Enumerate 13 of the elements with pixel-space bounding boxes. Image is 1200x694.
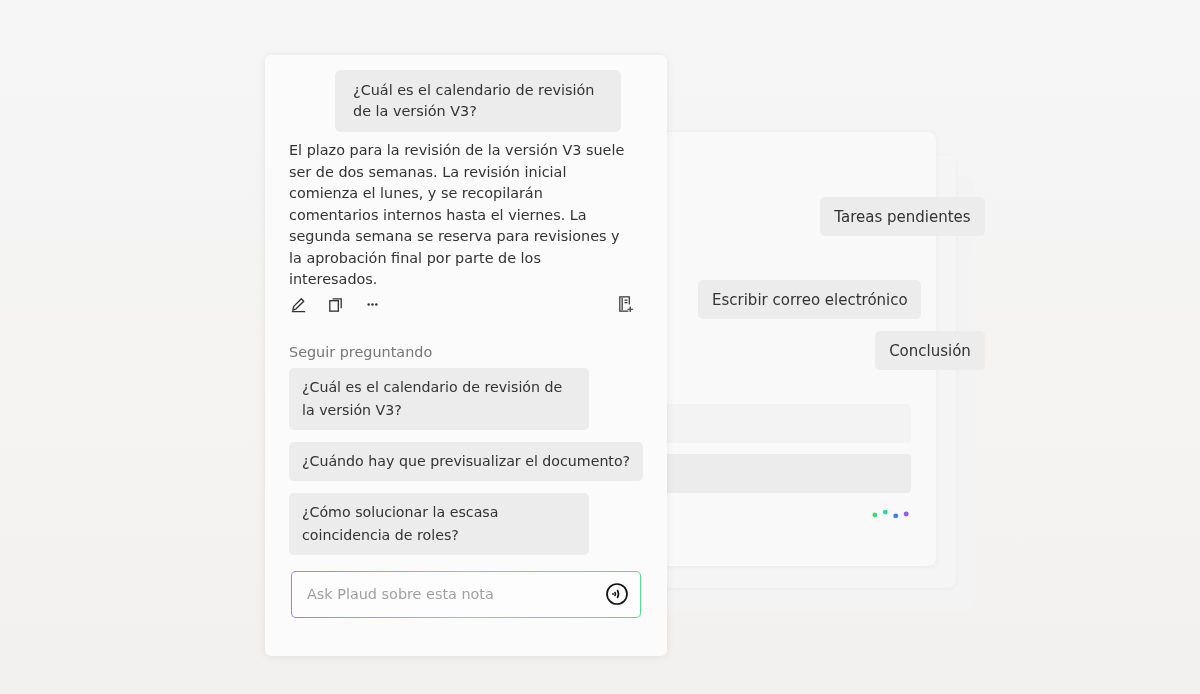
- action-chip[interactable]: Conclusión: [875, 331, 985, 370]
- suggestion-chip[interactable]: ¿Cuál es el calendario de revisión de la versión V3?: [289, 367, 589, 430]
- question-bubble: ¿Cuál es el calendario de revisión de la versión V3?: [335, 70, 621, 132]
- action-chip[interactable]: Escribir correo electrónico: [698, 280, 921, 319]
- voice-icon[interactable]: [605, 582, 629, 606]
- suggestion-chip[interactable]: ¿Cuándo hay que previsualizar el documento?: [289, 441, 644, 481]
- loading-dots-icon: [872, 508, 910, 520]
- add-note-icon[interactable]: [616, 294, 635, 314]
- answer-text: El plazo para la revisión de la versión V3 suele ser de dos semanas. La revisión inicial comienza el lunes, y se recopilarán comentarios internos hasta el viernes. La segunda semana se reserva para revisiones y la aprobación final por parte de los interesados.: [289, 141, 626, 289]
- ask-input-field[interactable]: Ask Plaud sobre esta nota: [291, 570, 641, 618]
- action-chip[interactable]: Tareas pendientes: [820, 197, 985, 236]
- section-title: Seguir preguntando: [289, 343, 434, 360]
- suggestion-chip[interactable]: ¿Cómo solucionar la escasa coincidencia de roles?: [289, 492, 589, 555]
